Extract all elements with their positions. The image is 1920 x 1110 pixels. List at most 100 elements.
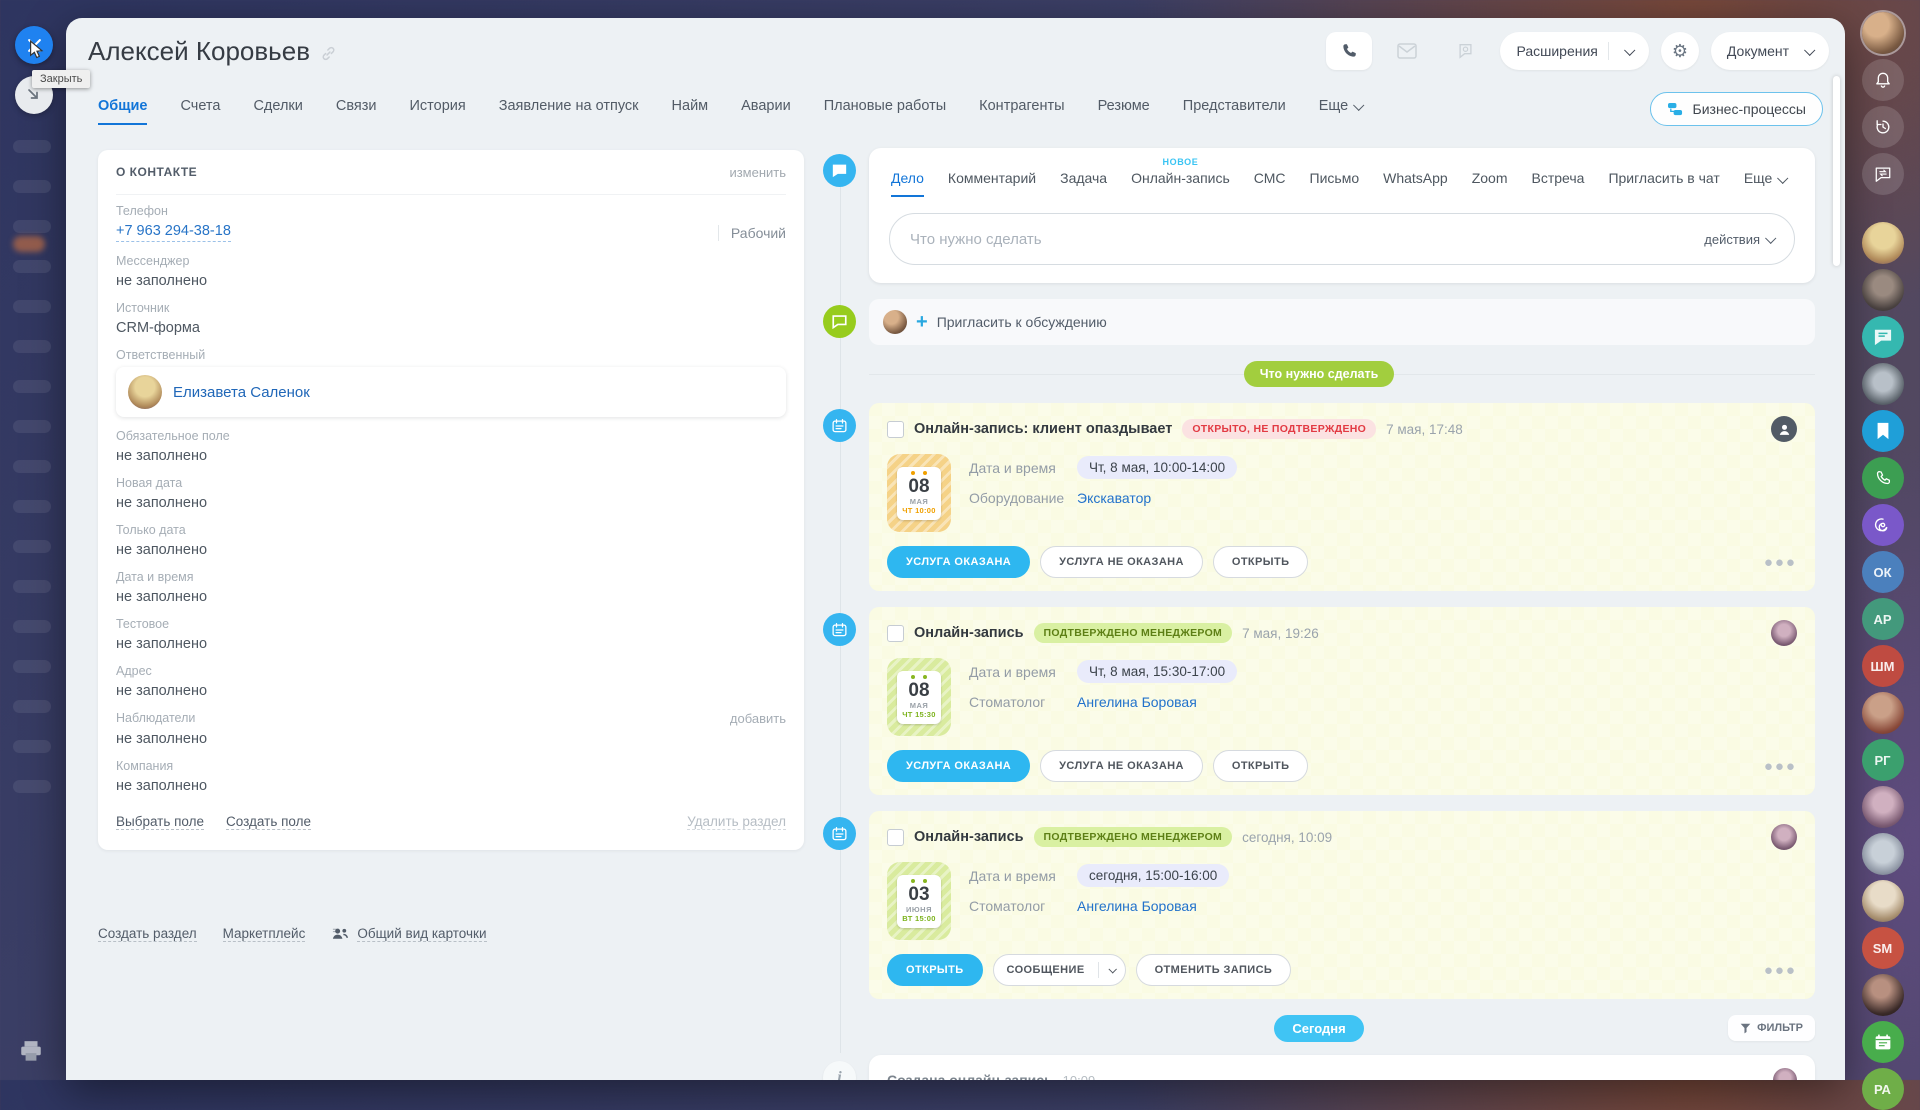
mouse-cursor — [28, 40, 45, 65]
card-button[interactable]: ОТКРЫТЬ — [1213, 750, 1309, 782]
printer-icon[interactable] — [18, 1040, 44, 1069]
more-menu[interactable]: ●●● — [1764, 554, 1797, 571]
settings-button[interactable]: ⚙ — [1661, 32, 1699, 70]
dock-chat-avatar[interactable] — [1862, 410, 1904, 452]
timeline-tab-10[interactable]: Пригласить в чат — [1608, 170, 1719, 197]
timeline-tab-7[interactable]: WhatsApp — [1383, 170, 1448, 197]
card-button[interactable]: УСЛУГА НЕ ОКАЗАНА — [1040, 546, 1203, 578]
timeline-tab-5[interactable]: СМС — [1254, 170, 1286, 197]
extensions-button[interactable]: Расширения — [1500, 32, 1648, 70]
phone-link[interactable]: +7 963 294-38-18 — [116, 223, 231, 242]
dock-chat-avatar[interactable]: ОК — [1862, 551, 1904, 593]
document-button[interactable]: Документ — [1711, 32, 1829, 70]
dock-chat-avatar[interactable] — [1862, 222, 1904, 264]
card-timestamp: сегодня, 10:09 — [1242, 830, 1332, 845]
today-pill[interactable]: Сегодня — [1274, 1015, 1363, 1042]
filter-button[interactable]: ФИЛЬТР — [1728, 1015, 1815, 1041]
timeline-tab-3[interactable]: Задача — [1060, 170, 1107, 197]
timeline-tab-11[interactable]: Еще — [1744, 170, 1787, 197]
card-row-link[interactable]: Экскаватор — [1077, 490, 1151, 506]
responsible-user-card[interactable]: Елизавета Саленок — [116, 367, 786, 417]
main-tab-6[interactable]: Заявление на отпуск — [499, 98, 639, 125]
dock-chat-avatar[interactable]: ШМ — [1862, 645, 1904, 687]
dock-chat-avatar[interactable] — [1862, 504, 1904, 546]
responsible-user-name[interactable]: Елизавета Саленок — [173, 384, 310, 401]
select-field-link[interactable]: Выбрать поле — [116, 814, 204, 830]
dock-chat-avatar[interactable] — [1862, 316, 1904, 358]
main-tab-8[interactable]: Аварии — [741, 98, 791, 125]
dock-chat-avatar[interactable]: SM — [1862, 927, 1904, 969]
timeline-tab-6[interactable]: Письмо — [1310, 170, 1360, 197]
phone-type-tag: Рабочий — [718, 225, 786, 241]
dock-chat-avatar[interactable]: АР — [1862, 598, 1904, 640]
main-tab-2[interactable]: Счета — [180, 98, 220, 125]
main-tab-11[interactable]: Резюме — [1098, 98, 1150, 125]
history-button[interactable] — [1862, 106, 1904, 148]
create-section-link[interactable]: Создать раздел — [98, 926, 197, 942]
main-tab-4[interactable]: Связи — [336, 98, 377, 125]
dock-chat-avatar[interactable] — [1862, 269, 1904, 311]
card-button[interactable]: ОТМЕНИТЬ ЗАПИСЬ — [1136, 954, 1292, 986]
invite-to-discussion[interactable]: + Пригласить к обсуждению — [869, 299, 1815, 345]
marketplace-link[interactable]: Маркетплейс — [223, 926, 306, 942]
card-checkbox[interactable] — [887, 625, 904, 642]
card-button[interactable]: ОТКРЫТЬ — [1213, 546, 1309, 578]
copy-link-icon[interactable] — [320, 38, 337, 69]
field-value: не заполнено — [116, 636, 786, 652]
main-tab-5[interactable]: История — [410, 98, 466, 125]
card-button[interactable]: УСЛУГА НЕ ОКАЗАНА — [1040, 750, 1203, 782]
timeline-tab-2[interactable]: Комментарий — [948, 170, 1036, 197]
messenger-button[interactable] — [1862, 153, 1904, 195]
timeline-tab-8[interactable]: Zoom — [1472, 170, 1508, 197]
card-row-link[interactable]: Ангелина Боровая — [1077, 898, 1197, 914]
main-tab-7[interactable]: Найм — [672, 98, 709, 125]
call-button[interactable] — [1326, 32, 1372, 70]
main-tab-10[interactable]: Контрагенты — [979, 98, 1064, 125]
online-record-icon — [823, 409, 856, 442]
card-view-link[interactable]: Общий вид карточки — [357, 926, 486, 942]
dock-chat-avatar[interactable] — [1862, 457, 1904, 499]
dock-chat-avatar[interactable]: РГ — [1862, 739, 1904, 781]
card-footer-links: Создать раздел Маркетплейс Общий вид кар… — [98, 926, 487, 942]
field-label: Тестовое — [116, 617, 169, 631]
timeline-tab-1[interactable]: Дело — [891, 170, 924, 197]
dock-chat-avatar[interactable] — [1862, 833, 1904, 875]
card-checkbox[interactable] — [887, 829, 904, 846]
main-tab-1[interactable]: Общие — [98, 98, 147, 125]
dock-chat-avatar[interactable] — [1862, 786, 1904, 828]
card-checkbox[interactable] — [887, 421, 904, 438]
main-tab-9[interactable]: Плановые работы — [824, 98, 946, 125]
dock-current-user-avatar[interactable] — [1862, 12, 1904, 54]
business-process-button[interactable]: Бизнес-процессы — [1650, 92, 1823, 126]
card-button[interactable]: УСЛУГА ОКАЗАНА — [887, 750, 1030, 782]
notifications-button[interactable] — [1862, 59, 1904, 101]
card-button[interactable]: ОТКРЫТЬ — [887, 954, 983, 986]
actions-dropdown[interactable]: действия — [1704, 232, 1774, 247]
main-tab-13[interactable]: Еще — [1319, 98, 1363, 125]
scrollbar-thumb[interactable] — [1833, 76, 1840, 266]
blurred-menu-item — [13, 140, 51, 153]
main-tab-12[interactable]: Представители — [1183, 98, 1286, 125]
more-menu[interactable]: ●●● — [1764, 758, 1797, 775]
dock-chat-avatar[interactable] — [1862, 1021, 1904, 1063]
main-tab-3[interactable]: Сделки — [253, 98, 302, 125]
create-field-link[interactable]: Создать поле — [226, 814, 311, 830]
dock-chat-avatar[interactable] — [1862, 880, 1904, 922]
card-row-link[interactable]: Ангелина Боровая — [1077, 694, 1197, 710]
edit-link[interactable]: изменить — [729, 165, 786, 180]
dock-chat-avatar[interactable]: РА — [1862, 1068, 1904, 1110]
todo-input[interactable]: Что нужно сделать действия — [889, 213, 1795, 265]
card-button[interactable]: УСЛУГА ОКАЗАНА — [887, 546, 1030, 578]
timeline-tab-9[interactable]: Встреча — [1532, 170, 1585, 197]
dock-chat-avatar[interactable] — [1862, 974, 1904, 1016]
add-link[interactable]: добавить — [730, 711, 786, 726]
dock-chat-avatar[interactable] — [1862, 692, 1904, 734]
timeline-tab-4[interactable]: НОВОЕОнлайн-запись — [1131, 170, 1230, 197]
split-caret[interactable] — [1099, 967, 1125, 973]
chat-annotation-button[interactable] — [1442, 32, 1488, 70]
dock-chat-avatar[interactable] — [1862, 363, 1904, 405]
more-menu[interactable]: ●●● — [1764, 962, 1797, 979]
email-button[interactable] — [1384, 32, 1430, 70]
delete-section-link[interactable]: Удалить раздел — [687, 814, 786, 830]
card-button-split[interactable]: СООБЩЕНИЕ — [993, 954, 1126, 986]
